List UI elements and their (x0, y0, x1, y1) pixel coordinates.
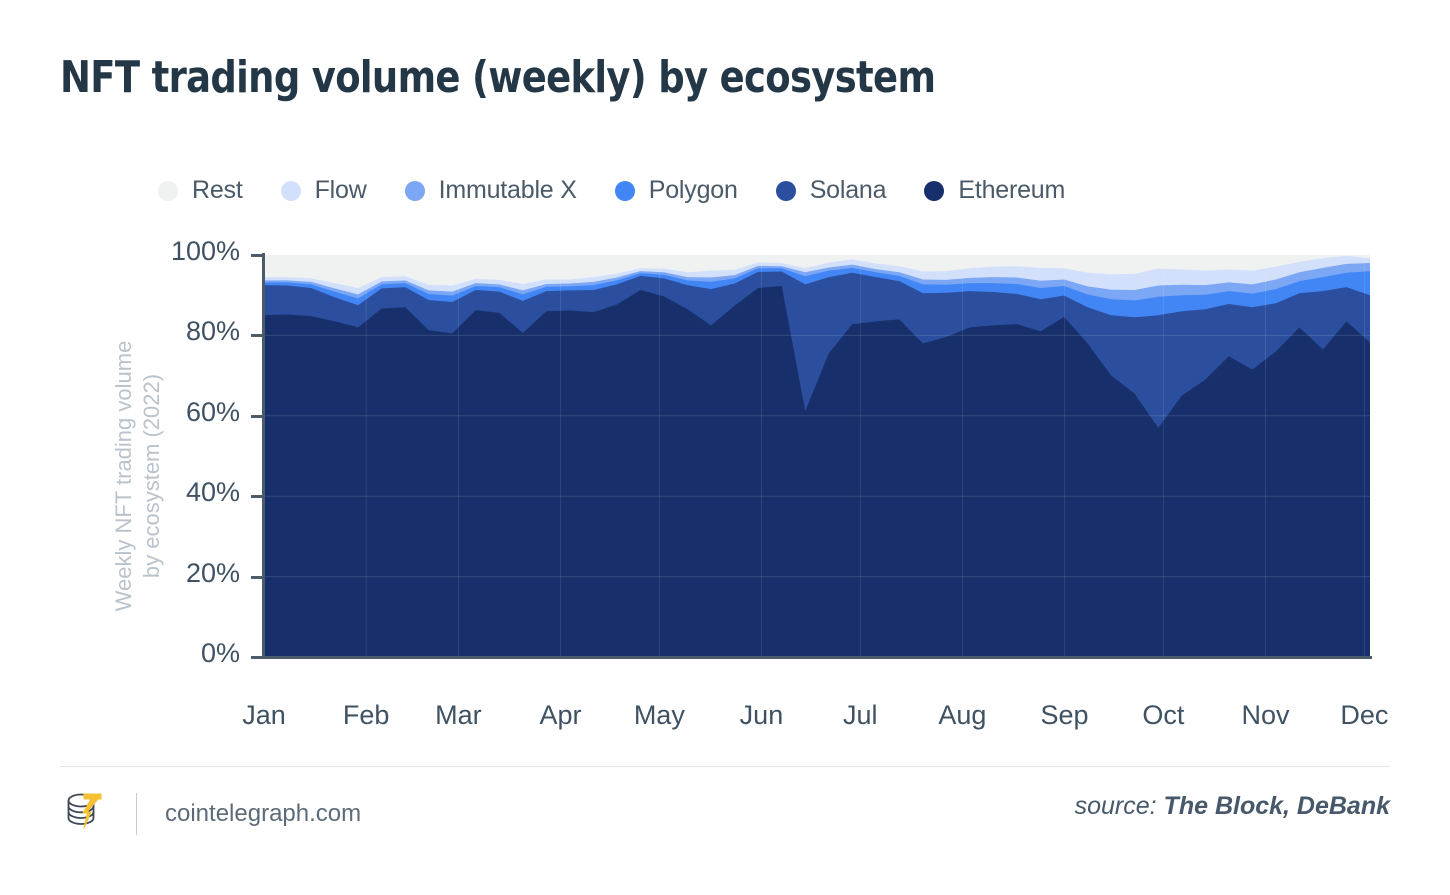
x-tick-label: Feb (342, 700, 390, 730)
y-tick-mark (251, 656, 263, 659)
y-tick-label: 0% (200, 638, 240, 668)
y-tick-mark (251, 334, 263, 338)
x-tick-label: Jun (739, 700, 784, 730)
x-tick-label: May (633, 700, 685, 730)
x-tick-label: Jul (843, 700, 878, 730)
y-tick-mark (251, 254, 263, 257)
y-tick-mark (251, 495, 263, 499)
source-credit: source: The Block, DeBank (1075, 792, 1390, 821)
x-tick-label: Dec (1340, 700, 1389, 730)
cointelegraph-logo-icon (60, 786, 110, 841)
x-tick-label: Mar (435, 700, 482, 730)
plot-region (264, 255, 1370, 657)
x-axis-line (262, 656, 1372, 659)
x-tick-label: Sep (1040, 700, 1089, 730)
x-tick-label: Oct (1142, 700, 1185, 730)
stacked-area-plot (264, 255, 1370, 657)
y-axis-line (262, 253, 265, 659)
x-tick-label: Aug (938, 700, 987, 730)
x-tick-label: Nov (1241, 700, 1290, 730)
y-tick-mark (251, 575, 263, 579)
chart-page: NFT trading volume (weekly) by ecosystem… (0, 0, 1450, 895)
footer-divider (60, 766, 1390, 767)
y-tick-label: 40% (185, 477, 240, 508)
y-tick-label: 60% (185, 396, 240, 427)
brand-url: cointelegraph.com (165, 799, 362, 827)
y-tick-label: 100% (170, 236, 240, 266)
footer: cointelegraph.com source: The Block, DeB… (60, 780, 1390, 850)
brand-block: cointelegraph.com (60, 786, 361, 841)
y-tick-mark (251, 414, 263, 418)
y-tick-label: 80% (185, 316, 240, 347)
y-tick-label: 20% (185, 557, 240, 588)
x-tick-label: Jan (242, 700, 286, 730)
chart-area: 0% 20% 40% 60% 80% 100% Jan Feb Mar Apr May Jun Jul… (0, 0, 1450, 760)
source-names: The Block, DeBank (1163, 792, 1390, 820)
brand-divider (136, 792, 137, 835)
x-tick-label: Apr (539, 700, 582, 730)
source-prefix: source: (1074, 792, 1164, 820)
